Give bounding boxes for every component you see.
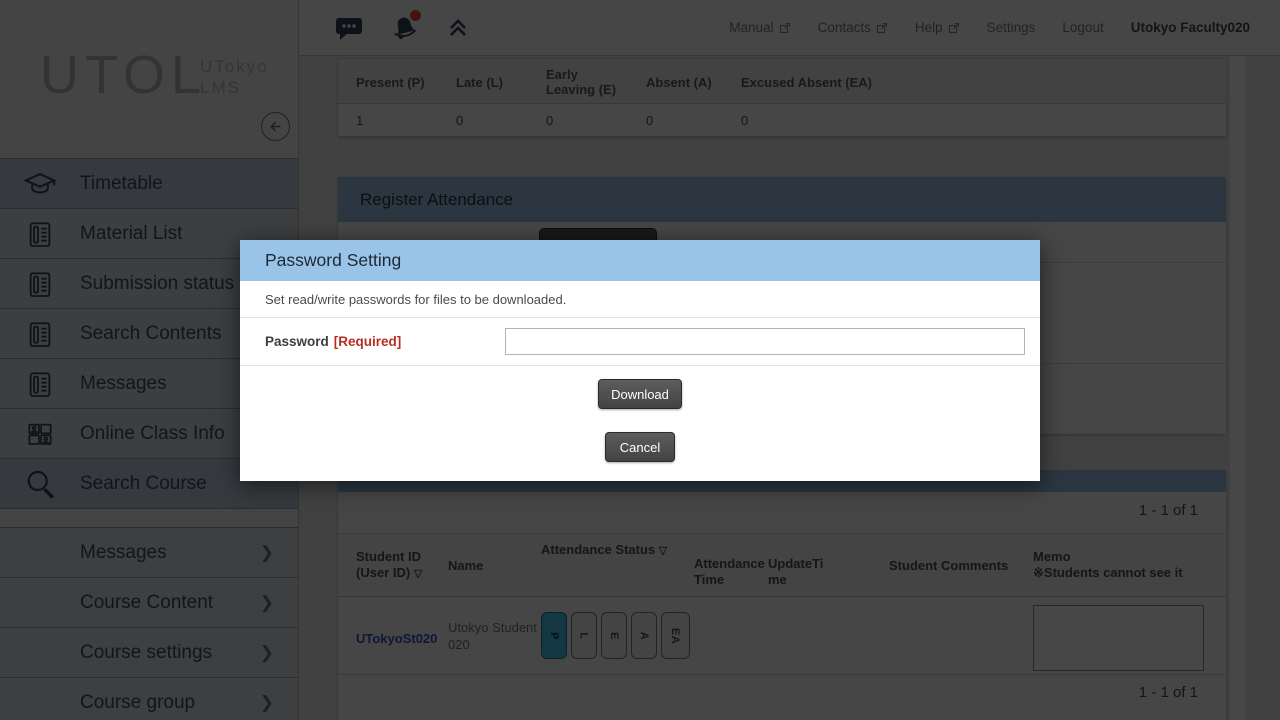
password-input[interactable]	[505, 328, 1025, 355]
modal-title: Password Setting	[240, 240, 1040, 281]
password-setting-modal: Password Setting Set read/write password…	[240, 240, 1040, 481]
modal-actions: Download Cancel	[240, 366, 1040, 480]
page: UTOL UTokyo LMS Timetable	[0, 0, 1280, 720]
required-badge: [Required]	[334, 334, 402, 349]
password-label: Password [Required]	[265, 334, 401, 349]
download-button[interactable]: Download	[598, 379, 682, 409]
password-label-text: Password	[265, 334, 329, 349]
cancel-button[interactable]: Cancel	[605, 432, 675, 462]
password-form-row: Password [Required]	[240, 318, 1040, 366]
modal-message: Set read/write passwords for files to be…	[240, 281, 1040, 318]
